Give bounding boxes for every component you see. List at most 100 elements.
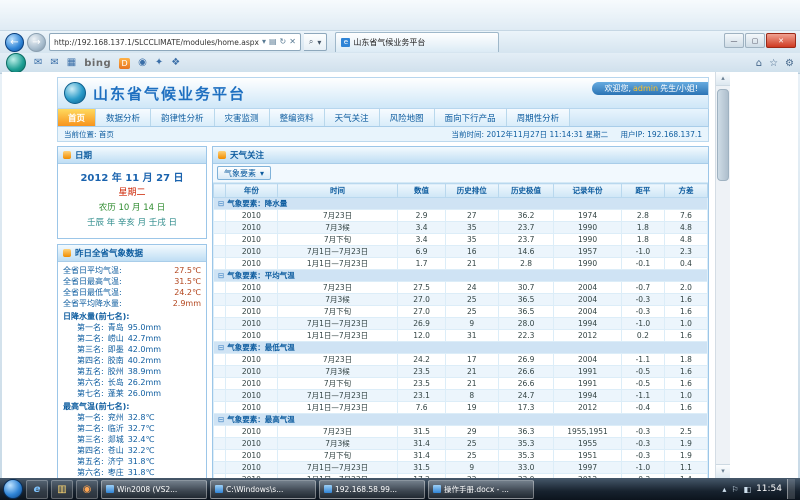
- taskbar-window-button-2[interactable]: 192.168.58.99...: [319, 480, 425, 499]
- collapse-icon[interactable]: ⊟: [218, 343, 224, 352]
- home-icon[interactable]: ⌂: [756, 58, 762, 69]
- mail2-icon[interactable]: ✉: [50, 58, 58, 68]
- data-cell: 2010: [226, 234, 277, 246]
- data-cell: 1.6: [664, 294, 707, 306]
- globe-icon[interactable]: ❖: [171, 58, 180, 68]
- data-cell: 2010: [226, 450, 277, 462]
- window-icon[interactable]: ▦: [67, 58, 76, 68]
- site-badge-icon[interactable]: [6, 53, 26, 73]
- show-desktop-button[interactable]: [787, 479, 795, 499]
- data-cell: 14.6: [498, 246, 553, 258]
- camera-icon[interactable]: ◉: [138, 58, 147, 68]
- weather-rank-row: 第二名:临沂32.7℃: [63, 423, 201, 434]
- minimize-button[interactable]: —: [724, 33, 744, 48]
- data-cell: 31.5: [398, 462, 445, 474]
- data-cell: 7月下旬: [277, 378, 398, 390]
- media-taskbar-icon[interactable]: ◉: [76, 480, 98, 499]
- data-cell: 23.7: [498, 222, 553, 234]
- table-section-row[interactable]: ⊟气象要素：平均气温: [214, 270, 708, 282]
- forward-button[interactable]: →: [27, 33, 46, 52]
- network-icon[interactable]: ◧: [744, 485, 752, 494]
- weekday-line: 星期二: [60, 186, 204, 201]
- taskbar-window-button-1[interactable]: C:\Windows\s...: [210, 480, 316, 499]
- table-section-row[interactable]: ⊟气象要素：最高气温: [214, 414, 708, 426]
- indent-cell: [214, 210, 226, 222]
- address-dropdown-icon[interactable]: ▾: [262, 38, 266, 46]
- data-cell: 29: [445, 426, 498, 438]
- nav-tab-3[interactable]: 灾害监测: [215, 109, 270, 126]
- compat-view-icon[interactable]: ▤: [269, 38, 277, 46]
- favorites-icon[interactable]: ☆: [769, 58, 778, 69]
- d-badge-icon[interactable]: D: [119, 58, 130, 69]
- nav-tab-6[interactable]: 风险地图: [380, 109, 435, 126]
- weather-group-title: 日降水量(前七名):: [63, 311, 201, 322]
- data-cell: 7月1日—7月23日: [277, 246, 398, 258]
- nav-tab-1[interactable]: 数据分析: [96, 109, 151, 126]
- user-ip: 用户IP: 192.168.137.1: [620, 130, 702, 139]
- taskbar-window-button-3[interactable]: 操作手册.docx - ...: [428, 480, 534, 499]
- table-data-row: 20101月1日—7月23日7.61917.32012-0.41.6: [214, 402, 708, 414]
- element-filter-button[interactable]: 气象要素 ▾: [217, 166, 271, 180]
- explorer-taskbar-icon[interactable]: ▥: [51, 480, 73, 499]
- nav-tab-7[interactable]: 面向下行产品: [435, 109, 507, 126]
- column-header: 记录年份: [554, 184, 622, 198]
- nav-tab-4[interactable]: 整编资料: [270, 109, 325, 126]
- data-cell: 7月下旬: [277, 234, 398, 246]
- tray-expand-icon[interactable]: ▴: [722, 485, 726, 494]
- ie-taskbar-icon[interactable]: e: [26, 480, 48, 499]
- data-cell: -0.3: [621, 426, 664, 438]
- site-logo-icon: [64, 82, 86, 104]
- collapse-icon[interactable]: ⊟: [218, 199, 224, 208]
- action-center-icon[interactable]: ⚐: [731, 485, 738, 494]
- data-cell: 7月下旬: [277, 450, 398, 462]
- date-panel-body: 2012 年 11 月 27 日 星期二 农历 10 月 14 日 壬辰 年 辛…: [58, 164, 206, 238]
- collapse-icon[interactable]: ⊟: [218, 415, 224, 424]
- data-cell: 33.0: [498, 462, 553, 474]
- close-button[interactable]: ✕: [766, 33, 796, 48]
- browser-window: ← → http://192.168.137.1/SLCCLIMATE/modu…: [0, 0, 800, 500]
- table-section-row[interactable]: ⊟气象要素：最低气温: [214, 342, 708, 354]
- table-data-row: 20107月3候3.43523.719901.84.8: [214, 222, 708, 234]
- search-dropdown-icon[interactable]: ▾: [317, 38, 321, 47]
- tools-gear-icon[interactable]: ⚙: [785, 58, 794, 69]
- address-bar[interactable]: http://192.168.137.1/SLCCLIMATE/modules/…: [49, 33, 301, 51]
- ganzhi-line: 壬辰 年 辛亥 月 壬戌 日: [60, 216, 204, 231]
- data-cell: 26.6: [498, 378, 553, 390]
- table-section-row[interactable]: ⊟气象要素：降水量: [214, 198, 708, 210]
- data-cell: 26.9: [398, 318, 445, 330]
- scrollbar-thumb[interactable]: [717, 89, 729, 181]
- back-button[interactable]: ←: [5, 33, 24, 52]
- refresh-icon[interactable]: ↻: [280, 38, 287, 46]
- data-cell: 31: [445, 330, 498, 342]
- browser-tab[interactable]: e 山东省气候业务平台: [335, 32, 499, 52]
- search-icon[interactable]: ⌕: [309, 37, 313, 47]
- weather-focus-panel: 天气关注 气象要素 ▾: [212, 146, 709, 478]
- data-cell: 25: [445, 306, 498, 318]
- data-cell: 19: [445, 402, 498, 414]
- nav-tab-2[interactable]: 韵律性分析: [151, 109, 215, 126]
- scroll-down-icon[interactable]: ▾: [716, 464, 730, 478]
- scroll-up-icon[interactable]: ▴: [716, 72, 730, 86]
- table-data-row: 20107月下旬23.52126.61991-0.51.6: [214, 378, 708, 390]
- bing-logo[interactable]: bing: [84, 58, 111, 69]
- url-text[interactable]: http://192.168.137.1/SLCCLIMATE/modules/…: [54, 38, 259, 47]
- data-cell: 1月1日—7月23日: [277, 402, 398, 414]
- search-segment[interactable]: ⌕ ▾: [304, 33, 328, 51]
- start-button[interactable]: [3, 479, 23, 499]
- nav-tab-0[interactable]: 首页: [58, 109, 96, 126]
- data-cell: 2.3: [664, 246, 707, 258]
- nav-tab-8[interactable]: 周期性分析: [507, 109, 571, 126]
- data-cell: 2010: [226, 258, 277, 270]
- people-icon[interactable]: ✦: [155, 58, 163, 68]
- taskbar-window-button-0[interactable]: Win2008 (VS2...: [101, 480, 207, 499]
- nav-tab-5[interactable]: 天气关注: [325, 109, 380, 126]
- indent-cell: [214, 366, 226, 378]
- taskbar-clock[interactable]: 11:54: [756, 484, 782, 494]
- summary-value: 31.5℃: [174, 276, 201, 287]
- collapse-icon[interactable]: ⊟: [218, 271, 224, 280]
- indent-cell: [214, 426, 226, 438]
- maximize-button[interactable]: ▢: [745, 33, 765, 48]
- page-scrollbar[interactable]: ▴ ▾: [715, 72, 730, 478]
- stop-icon[interactable]: ✕: [289, 38, 296, 46]
- mail-icon[interactable]: ✉: [34, 58, 42, 68]
